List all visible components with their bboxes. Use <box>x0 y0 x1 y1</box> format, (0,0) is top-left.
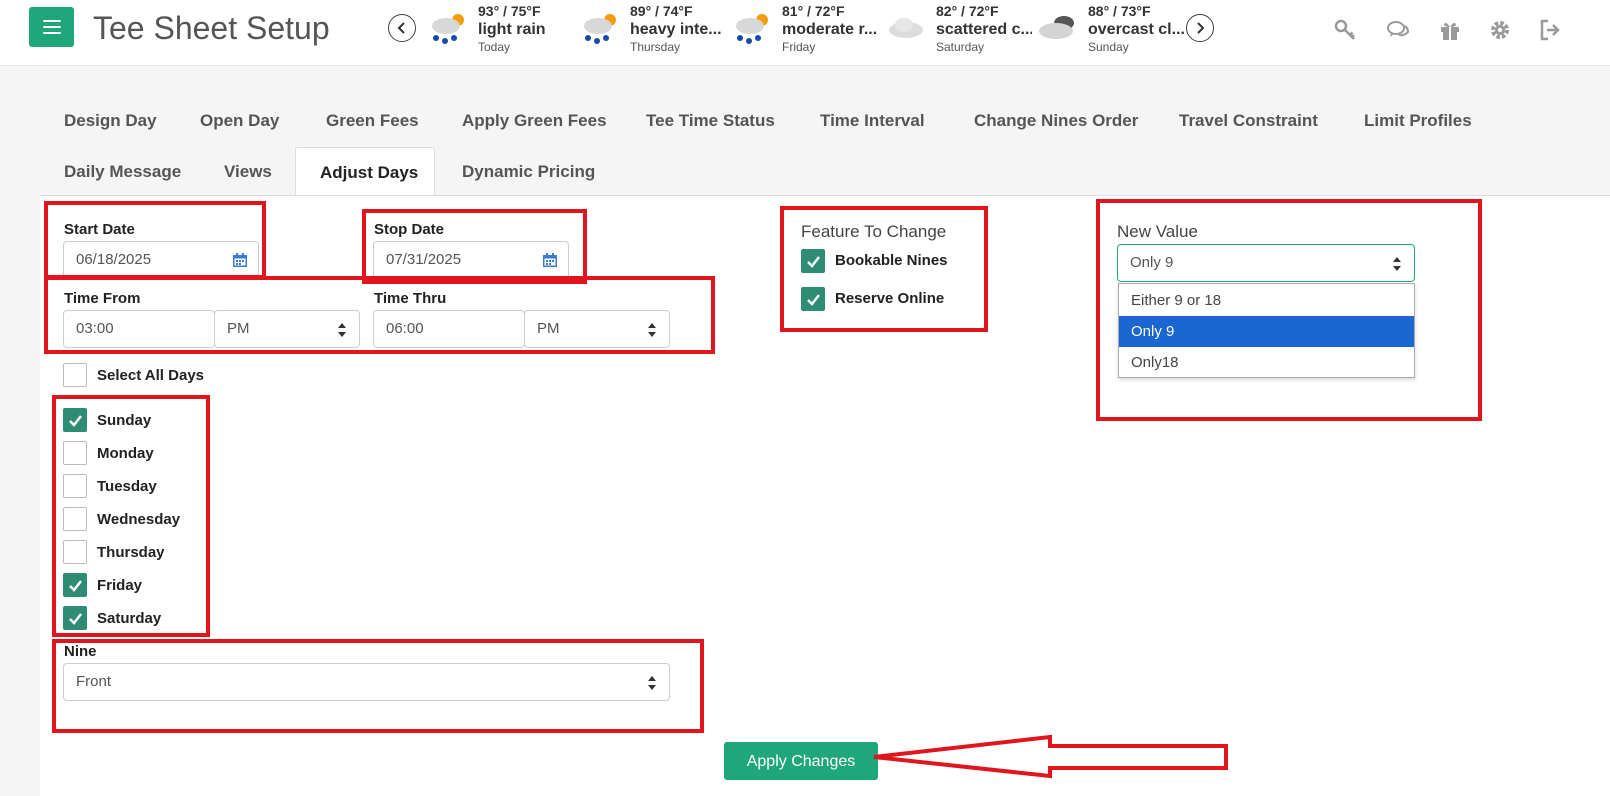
cloud-icon <box>889 18 923 38</box>
gift-icon[interactable] <box>1438 18 1462 42</box>
tab-apply-green-fees[interactable]: Apply Green Fees <box>438 98 631 144</box>
top-bar: Tee Sheet Setup 93° / 75°F light rain To… <box>0 0 1610 66</box>
annotation-box-new-value <box>1096 199 1482 421</box>
weather-day-1: 89° / 74°F heavy inte... Thursday <box>578 0 728 60</box>
weather-next-button[interactable] <box>1186 14 1214 42</box>
weather-day-0: 93° / 75°F light rain Today <box>426 0 576 60</box>
tab-daily-message[interactable]: Daily Message <box>40 149 205 195</box>
overcast-icon <box>1039 16 1074 39</box>
weather-prev-button[interactable] <box>388 14 416 42</box>
rain-sun-icon <box>432 14 464 44</box>
logout-icon[interactable] <box>1538 18 1562 42</box>
chevron-right-icon <box>1197 22 1205 34</box>
weather-day-2: 81° / 72°F moderate r... Friday <box>730 0 880 60</box>
tab-travel-constraint[interactable]: Travel Constraint <box>1155 98 1342 144</box>
annotation-box-feature <box>780 206 988 332</box>
chat-icon[interactable] <box>1386 18 1410 42</box>
key-icon[interactable] <box>1333 18 1357 42</box>
rain-sun-icon <box>584 14 616 44</box>
tab-design-day[interactable]: Design Day <box>40 98 181 144</box>
select-all-days-label: Select All Days <box>97 367 204 384</box>
annotation-arrow-icon <box>873 734 1228 779</box>
tab-green-fees[interactable]: Green Fees <box>302 98 443 144</box>
annotation-box-stop-date <box>362 209 587 284</box>
annotation-box-start-date <box>44 201 266 279</box>
tab-change-nines-order[interactable]: Change Nines Order <box>950 98 1162 144</box>
menu-button[interactable] <box>29 7 74 47</box>
weather-day-3: 82° / 72°F scattered c... Saturday <box>884 0 1034 60</box>
hamburger-icon <box>42 20 61 34</box>
annotation-box-time-range <box>44 276 715 354</box>
annotation-box-nine <box>52 639 704 733</box>
page-title: Tee Sheet Setup <box>93 10 330 46</box>
tab-views[interactable]: Views <box>200 149 296 195</box>
annotation-box-days <box>52 395 210 637</box>
rain-sun-icon <box>736 14 768 44</box>
chevron-left-icon <box>397 22 405 34</box>
tab-dynamic-pricing[interactable]: Dynamic Pricing <box>438 149 619 195</box>
gear-icon[interactable] <box>1488 18 1512 42</box>
weather-day-4: 88° / 73°F overcast cl... Sunday <box>1036 0 1186 60</box>
tab-open-day[interactable]: Open Day <box>176 98 303 144</box>
tab-tee-time-status[interactable]: Tee Time Status <box>622 98 799 144</box>
tab-time-interval[interactable]: Time Interval <box>796 98 949 144</box>
select-all-days-checkbox[interactable] <box>63 363 87 387</box>
apply-changes-button[interactable]: Apply Changes <box>724 742 878 780</box>
tab-limit-profiles[interactable]: Limit Profiles <box>1340 98 1496 144</box>
tab-adjust-days[interactable]: Adjust Days <box>295 147 435 197</box>
